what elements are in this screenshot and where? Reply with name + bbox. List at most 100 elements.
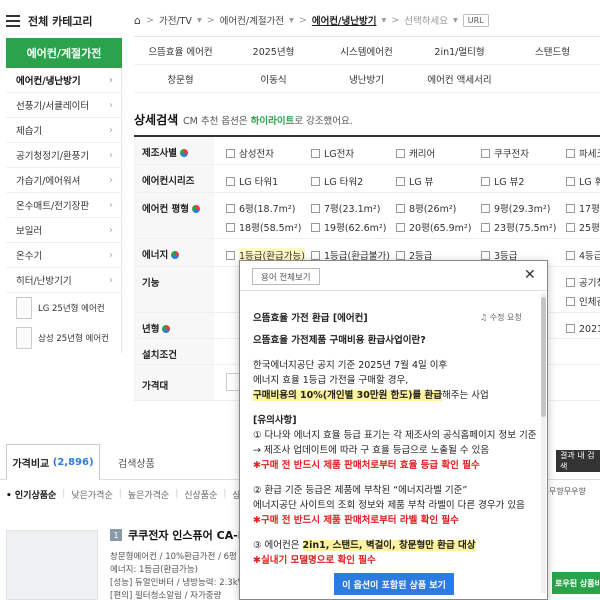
checkbox[interactable] bbox=[226, 222, 235, 232]
filter-option[interactable]: 18평(58.5m²) bbox=[226, 220, 301, 234]
filter-option[interactable]: LG 타워2 bbox=[311, 174, 363, 188]
sidebar-item-heater[interactable]: 히터/난방기기 › bbox=[6, 268, 121, 293]
checkbox[interactable] bbox=[481, 148, 490, 158]
sort-popular[interactable]: • 인기상품순 bbox=[6, 488, 56, 501]
chevron-down-icon[interactable]: ▾ bbox=[381, 15, 386, 26]
checkbox[interactable] bbox=[481, 250, 490, 260]
subcategory-link[interactable]: 냉난방기 bbox=[320, 65, 413, 92]
chevron-down-icon[interactable]: ▾ bbox=[289, 15, 294, 26]
subcategory-link[interactable]: 시스템에어컨 bbox=[320, 37, 413, 64]
checkbox[interactable] bbox=[396, 203, 405, 213]
chevron-down-icon[interactable]: ▾ bbox=[453, 15, 458, 26]
filter-option[interactable]: 17평(5 bbox=[566, 201, 600, 215]
scrollbar-thumb[interactable] bbox=[541, 297, 546, 417]
checkbox[interactable] bbox=[566, 250, 575, 260]
checkbox[interactable] bbox=[566, 176, 575, 186]
filter-option[interactable]: 8평(26m²) bbox=[396, 201, 456, 215]
checkbox[interactable] bbox=[566, 222, 575, 232]
close-icon[interactable]: ✕ bbox=[524, 267, 536, 283]
product-image[interactable] bbox=[6, 530, 98, 600]
filter-option[interactable]: LG 뷰2 bbox=[481, 174, 524, 188]
tab-search-products[interactable]: 검색상품 bbox=[118, 444, 155, 480]
sort-new[interactable]: 신상품순 bbox=[184, 488, 217, 501]
filter-option[interactable]: 삼성전자 bbox=[226, 146, 274, 160]
edit-request-link[interactable]: ♫ 수정 요청 bbox=[480, 312, 522, 323]
breadcrumb-select[interactable]: 선택하세요 bbox=[404, 13, 448, 27]
checkbox[interactable] bbox=[396, 250, 405, 260]
chevron-down-icon[interactable]: ▾ bbox=[197, 15, 202, 26]
subcategory-link[interactable]: 2in1/멀티형 bbox=[413, 37, 506, 64]
result-search-button[interactable]: 결과 내 검색 bbox=[556, 450, 600, 472]
sidebar-product-samsung[interactable]: 삼성 25년형 에어컨 bbox=[6, 323, 121, 353]
sidebar-item-fan[interactable]: 선풍기/서큘레이터 › bbox=[6, 93, 121, 118]
product-name[interactable]: 쿠쿠전자 인스퓨어 CA-B bbox=[128, 527, 246, 543]
subcategory-link[interactable]: 으뜸효율 에어컨 bbox=[134, 37, 227, 64]
filter-option[interactable]: 25평(8 bbox=[566, 220, 600, 234]
checkbox[interactable] bbox=[481, 222, 490, 232]
subcategory-link[interactable]: 2025년형 bbox=[227, 37, 320, 64]
filter-option[interactable]: 4등급 bbox=[566, 248, 600, 262]
checkbox[interactable] bbox=[566, 296, 575, 306]
breadcrumb-current[interactable]: 에어컨/냉난방기 bbox=[312, 13, 377, 27]
tab-price-compare[interactable]: 가격비교 (2,896) bbox=[6, 444, 100, 480]
filter-option[interactable]: 캐리어 bbox=[396, 146, 435, 160]
checkbox[interactable] bbox=[226, 176, 235, 186]
filter-option[interactable]: LG 타워1 bbox=[226, 174, 278, 188]
popup-scrollbar[interactable] bbox=[541, 293, 546, 593]
filter-option[interactable]: 20평(65.9m²) bbox=[396, 220, 471, 234]
subcategory-link[interactable]: 창문형 bbox=[134, 65, 227, 92]
sidebar-item-dehumidifier[interactable]: 제습기 › bbox=[6, 118, 121, 143]
all-categories-button[interactable]: 전체 카테고리 bbox=[6, 8, 122, 34]
sidebar-item-boiler[interactable]: 보일러 › bbox=[6, 218, 121, 243]
compare-button[interactable]: 로우된 상품비교 bbox=[552, 572, 600, 594]
checkbox[interactable] bbox=[311, 250, 320, 260]
filter-option[interactable]: 파세코 bbox=[566, 146, 600, 160]
breadcrumb-item[interactable]: 가전/TV bbox=[159, 13, 192, 27]
checkbox[interactable] bbox=[226, 148, 235, 158]
checkbox[interactable] bbox=[566, 203, 575, 213]
sidebar-item-aircon[interactable]: 에어컨/냉난방기 › bbox=[6, 68, 121, 93]
checkbox[interactable] bbox=[566, 323, 575, 333]
subcategory-link[interactable]: 에어컨 액세서리 bbox=[413, 65, 506, 92]
checkbox[interactable] bbox=[311, 148, 320, 158]
filter-option[interactable]: 7평(23.1m²) bbox=[311, 201, 380, 215]
home-icon[interactable]: ⌂ bbox=[134, 14, 141, 27]
checkbox[interactable] bbox=[396, 222, 405, 232]
filter-option[interactable]: LG 뷰 bbox=[396, 174, 433, 188]
sidebar-item-water-heater[interactable]: 온수기 › bbox=[6, 243, 121, 268]
filter-option[interactable]: 인체감 bbox=[566, 294, 600, 308]
view-products-button[interactable]: 이 옵션이 포함된 상품 보기 bbox=[334, 573, 454, 595]
all-terms-button[interactable]: 용어 전체보기 bbox=[252, 268, 320, 285]
sidebar-item-heating-mat[interactable]: 온수매트/전기장판 › bbox=[6, 193, 121, 218]
sort-high-price[interactable]: 높은가격순 bbox=[128, 488, 169, 501]
sidebar-item-air-purifier[interactable]: 공기청정기/환풍기 › bbox=[6, 143, 121, 168]
sort-low-price[interactable]: 낮은가격순 bbox=[71, 488, 112, 501]
sidebar-item-humidifier[interactable]: 가습기/에어워셔 › bbox=[6, 168, 121, 193]
checkbox[interactable] bbox=[566, 277, 575, 287]
filter-option[interactable]: 쿠쿠전자 bbox=[481, 146, 529, 160]
filter-option[interactable]: LG 휘 bbox=[566, 174, 600, 188]
filter-option[interactable]: 6평(18.7m²) bbox=[226, 201, 295, 215]
checkbox[interactable] bbox=[481, 203, 490, 213]
url-copy-button[interactable]: URL bbox=[462, 13, 489, 27]
active-category[interactable]: 에어컨/계절가전 bbox=[6, 38, 122, 68]
filter-option[interactable]: LG전자 bbox=[311, 146, 354, 160]
filter-option[interactable]: 9평(29.3m²) bbox=[481, 201, 550, 215]
checkbox[interactable] bbox=[396, 176, 405, 186]
filter-option[interactable]: 공기청 bbox=[566, 275, 600, 289]
checkbox[interactable] bbox=[311, 203, 320, 213]
checkbox[interactable] bbox=[481, 176, 490, 186]
price-min-input[interactable] bbox=[226, 373, 240, 391]
filter-option[interactable]: 23평(75.5m²) bbox=[481, 220, 556, 234]
checkbox[interactable] bbox=[311, 176, 320, 186]
filter-option[interactable]: 2021년 bbox=[566, 321, 600, 335]
subcategory-link[interactable]: 이동식 bbox=[227, 65, 320, 92]
right-option-text[interactable]: 무향무우향 bbox=[549, 486, 586, 497]
filter-option[interactable]: 19평(62.6m²) bbox=[311, 220, 386, 234]
checkbox[interactable] bbox=[311, 222, 320, 232]
checkbox[interactable] bbox=[566, 148, 575, 158]
checkbox[interactable] bbox=[226, 250, 235, 260]
checkbox[interactable] bbox=[396, 148, 405, 158]
breadcrumb-item[interactable]: 에어컨/계절가전 bbox=[220, 13, 284, 27]
subcategory-link[interactable]: 스탠드형 bbox=[506, 37, 599, 64]
